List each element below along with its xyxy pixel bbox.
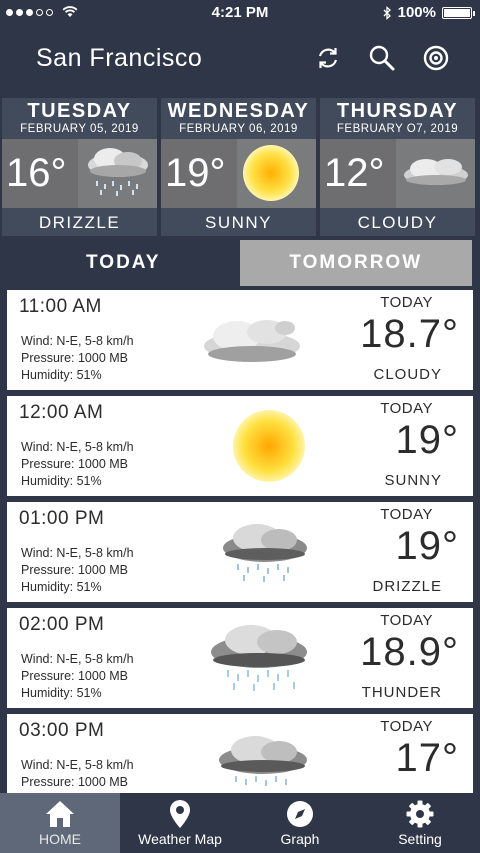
thunder-cloud-icon [211, 625, 307, 691]
pressure-text: Pressure: 1000 MB [21, 563, 128, 577]
hour-details: Wind: N-E, 5-8 km/h Pressure: 1000 MB Hu… [21, 651, 134, 702]
tab-today[interactable]: TODAY [7, 240, 240, 286]
wind-text: Wind: N-E, 5-8 km/h [21, 652, 134, 666]
nav-graph-label: Graph [280, 831, 320, 847]
hour-time: 12:00 AM [19, 402, 104, 423]
hour-time: 01:00 PM [19, 508, 105, 529]
pressure-text: Pressure: 1000 MB [21, 351, 128, 365]
hour-details: Wind: N-E, 5-8 km/h Pressure: 1000 MB Hu… [21, 545, 134, 596]
location-target-icon[interactable] [422, 44, 450, 72]
home-icon [46, 801, 74, 827]
nav-setting-label: Setting [398, 831, 442, 847]
nav-weather-map-label: Weather Map [138, 831, 222, 847]
day-name: WEDNESDAY [167, 100, 310, 122]
compass-icon [287, 801, 313, 827]
humidity-text: Humidity: 51% [21, 368, 102, 382]
hour-temp: 17° [395, 736, 459, 780]
day-name: THURSDAY [336, 100, 459, 122]
hour-temp: 18.7° [360, 312, 459, 356]
hour-day-label: TODAY [380, 400, 433, 417]
hour-temp: 18.9° [360, 630, 459, 674]
status-bar: 4:21 PM 100% [0, 0, 480, 24]
hour-day-label: TODAY [380, 612, 433, 629]
sun-icon [233, 410, 305, 482]
rain-cloud-icon [219, 736, 307, 786]
cloud-icon [204, 320, 300, 362]
wind-text: Wind: N-E, 5-8 km/h [21, 758, 134, 772]
hour-day-label: TODAY [380, 294, 433, 311]
refresh-icon[interactable] [314, 44, 342, 72]
day-date: FEBRUARY 06, 2019 [179, 123, 298, 135]
hour-time: 02:00 PM [19, 614, 105, 635]
hour-condition: DRIZZLE [372, 578, 442, 595]
bottom-nav: HOME Weather Map Graph Setting [0, 793, 480, 853]
humidity-text: Humidity: 51% [21, 474, 102, 488]
nav-home[interactable]: HOME [0, 793, 120, 853]
search-icon[interactable] [368, 44, 396, 72]
hour-details: Wind: N-E, 5-8 km/h Pressure: 1000 MB Hu… [21, 333, 134, 384]
nav-home-label: HOME [39, 831, 81, 847]
map-pin-icon [170, 800, 190, 828]
list-item[interactable]: 02:00 PM Wind: N-E, 5-8 km/h Pressure: 1… [7, 608, 473, 708]
drizzle-cloud-icon [88, 148, 148, 196]
day-date: FEBRUARY 05, 2019 [20, 123, 139, 135]
battery-icon [442, 6, 475, 19]
nav-graph[interactable]: Graph [240, 793, 360, 853]
day-card-thursday[interactable]: THURSDAY FEBRUARY O7, 2019 12° CLOUDY [320, 98, 475, 236]
day-card-tuesday[interactable]: TUESDAY FEBRUARY 05, 2019 16° DRIZZLE [2, 98, 157, 236]
battery-percent: 100% [397, 4, 436, 21]
day-name: TUESDAY [27, 100, 132, 122]
cloud-icon [404, 159, 468, 185]
hour-details: Wind: N-E, 5-8 km/h Pressure: 1000 MB [21, 757, 134, 791]
pressure-text: Pressure: 1000 MB [21, 775, 128, 789]
day-condition: DRIZZLE [38, 213, 121, 232]
nav-setting[interactable]: Setting [360, 793, 480, 853]
hour-temp: 19° [395, 524, 459, 568]
wind-text: Wind: N-E, 5-8 km/h [21, 546, 134, 560]
app-header: San Francisco [0, 24, 480, 94]
day-temp: 16° [6, 151, 67, 195]
sun-icon [243, 145, 299, 201]
hour-details: Wind: N-E, 5-8 km/h Pressure: 1000 MB Hu… [21, 439, 134, 490]
hour-condition: THUNDER [361, 684, 442, 701]
wind-text: Wind: N-E, 5-8 km/h [21, 334, 134, 348]
hour-time: 03:00 PM [19, 720, 105, 741]
gear-icon [406, 800, 434, 828]
hour-time: 11:00 AM [19, 296, 102, 317]
wind-text: Wind: N-E, 5-8 km/h [21, 440, 134, 454]
humidity-text: Humidity: 51% [21, 580, 102, 594]
hour-condition: SUNNY [384, 472, 442, 489]
hourly-list[interactable]: 11:00 AM Wind: N-E, 5-8 km/h Pressure: 1… [7, 290, 473, 794]
pressure-text: Pressure: 1000 MB [21, 669, 128, 683]
humidity-text: Humidity: 51% [21, 686, 102, 700]
day-date: FEBRUARY O7, 2019 [336, 123, 459, 135]
nav-weather-map[interactable]: Weather Map [120, 793, 240, 853]
day-temp: 19° [165, 151, 226, 195]
tab-tomorrow[interactable]: TOMORROW [239, 240, 472, 286]
bluetooth-icon [383, 5, 391, 20]
hour-temp: 19° [395, 418, 459, 462]
pressure-text: Pressure: 1000 MB [21, 457, 128, 471]
hour-day-label: TODAY [380, 506, 433, 523]
day-condition: CLOUDY [357, 213, 438, 232]
drizzle-cloud-icon [223, 524, 307, 582]
day-tabs: TODAY TOMORROW [7, 240, 472, 286]
day-card-wednesday[interactable]: WEDNESDAY FEBRUARY 06, 2019 19° SUNNY [161, 98, 316, 236]
list-item[interactable]: 01:00 PM Wind: N-E, 5-8 km/h Pressure: 1… [7, 502, 473, 602]
daily-forecast: TUESDAY FEBRUARY 05, 2019 16° DRIZZLE WE… [2, 98, 478, 238]
list-item[interactable]: 12:00 AM Wind: N-E, 5-8 km/h Pressure: 1… [7, 396, 473, 496]
hour-condition: CLOUDY [373, 366, 442, 383]
list-item[interactable]: 03:00 PM Wind: N-E, 5-8 km/h Pressure: 1… [7, 714, 473, 794]
day-condition: SUNNY [204, 213, 272, 232]
list-item[interactable]: 11:00 AM Wind: N-E, 5-8 km/h Pressure: 1… [7, 290, 473, 390]
day-temp: 12° [324, 151, 385, 195]
city-title: San Francisco [36, 44, 203, 72]
hour-day-label: TODAY [380, 718, 433, 735]
